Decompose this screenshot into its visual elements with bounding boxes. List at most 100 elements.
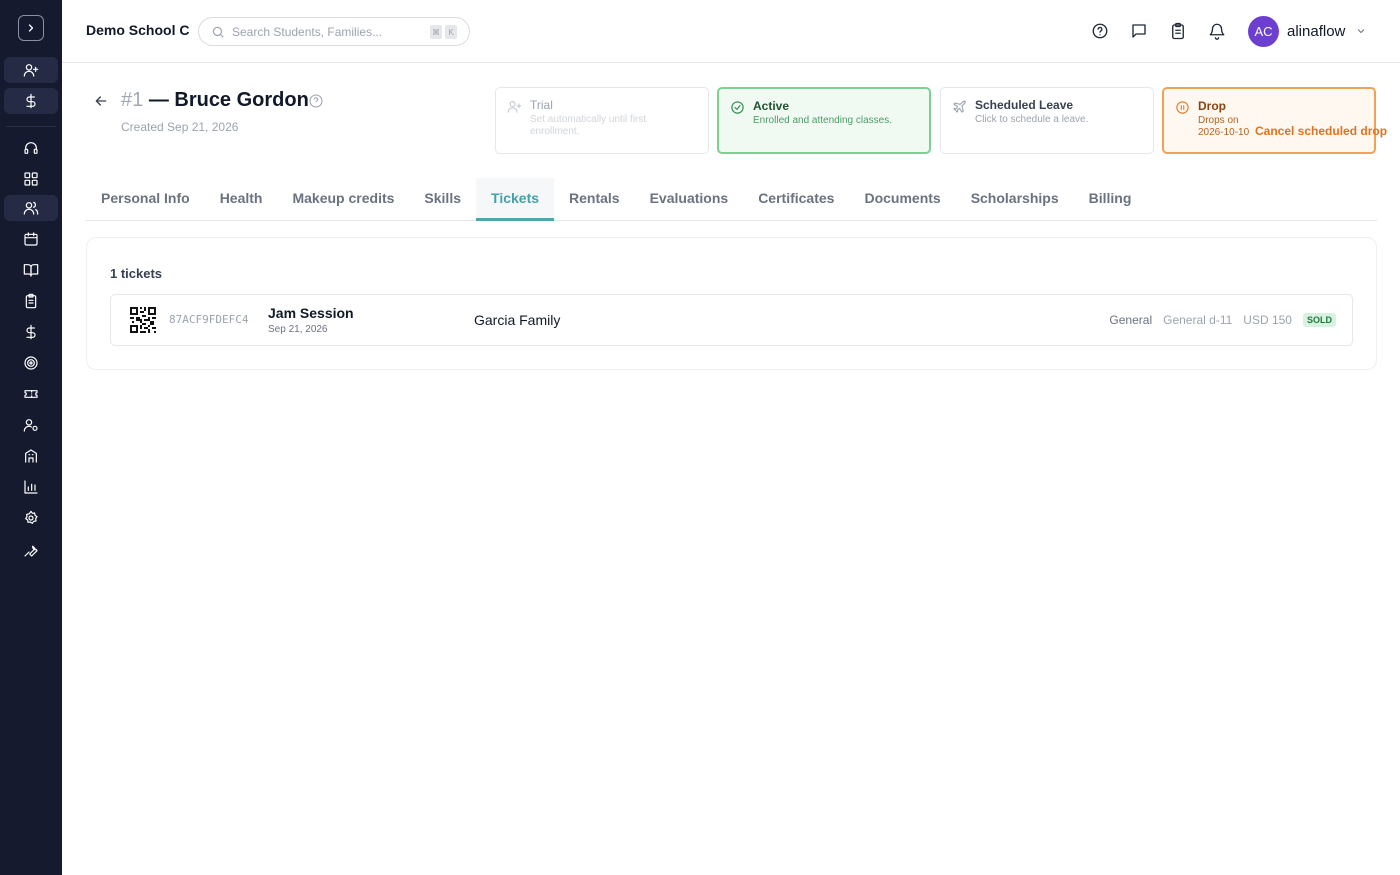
bar-chart-icon xyxy=(24,480,38,494)
tab-billing[interactable]: Billing xyxy=(1074,178,1147,221)
username[interactable]: alinaflow xyxy=(1287,23,1345,40)
sidebar-item-dashboard[interactable] xyxy=(4,166,58,192)
status-card-scheduled-leave[interactable]: Scheduled Leave Click to schedule a leav… xyxy=(940,87,1154,154)
pause-circle-icon xyxy=(1175,100,1190,120)
tab-certificates[interactable]: Certificates xyxy=(743,178,849,221)
help-button[interactable] xyxy=(1091,22,1109,40)
page-title: #1 — Bruce Gordon xyxy=(121,89,309,112)
student-help-button[interactable] xyxy=(308,93,324,114)
calendar-icon xyxy=(24,232,38,246)
ticket-type: General xyxy=(1109,313,1153,327)
sidebar-item-support[interactable] xyxy=(4,135,58,161)
qr-code-icon xyxy=(130,307,156,333)
back-button[interactable] xyxy=(93,93,111,111)
tab-makeup-credits[interactable]: Makeup credits xyxy=(277,178,409,221)
sidebar-item-goals[interactable] xyxy=(4,350,58,376)
status-card-active[interactable]: Active Enrolled and attending classes. xyxy=(717,87,931,154)
tickets-count: 1 tickets xyxy=(110,266,163,281)
tab-scholarships[interactable]: Scholarships xyxy=(956,178,1074,221)
tickets-panel: 1 tickets 87ACF9FDEFC4 Jam Session Sep 2… xyxy=(86,237,1377,370)
sidebar-item-attendance[interactable] xyxy=(4,288,58,314)
ticket-price: USD 150 xyxy=(1243,313,1292,327)
sidebar-expand-button[interactable] xyxy=(18,15,44,41)
ticket-code: 87ACF9FDEFC4 xyxy=(169,313,249,326)
messages-button[interactable] xyxy=(1130,22,1148,40)
headset-icon xyxy=(24,142,38,154)
status-description: Enrolled and attending classes. xyxy=(753,115,892,126)
created-date: Created Sep 21, 2026 xyxy=(121,120,239,134)
status-title: Active xyxy=(753,99,790,113)
top-bar: Demo School C ⌘ K AC alinaflow xyxy=(62,0,1400,63)
search-box[interactable]: ⌘ K xyxy=(198,17,470,46)
user-plus-icon xyxy=(507,99,522,119)
tab-skills[interactable]: Skills xyxy=(409,178,476,221)
user-menu-toggle[interactable] xyxy=(1355,24,1367,42)
users-icon xyxy=(23,201,39,215)
student-name: — Bruce Gordon xyxy=(148,89,309,111)
clipboard-icon xyxy=(25,293,37,309)
tab-evaluations[interactable]: Evaluations xyxy=(635,178,744,221)
status-description: Click to schedule a leave. xyxy=(975,114,1089,125)
chevron-down-icon xyxy=(1357,29,1365,34)
status-card-drop[interactable]: Drop Drops on 2026-10-10 Cancel schedule… xyxy=(1162,87,1387,154)
building-icon xyxy=(25,449,37,463)
sidebar-item-add-user[interactable] xyxy=(4,57,58,83)
sidebar xyxy=(0,0,62,875)
tab-tickets[interactable]: Tickets xyxy=(476,178,555,221)
tab-personal-info[interactable]: Personal Info xyxy=(86,178,205,221)
wrench-icon xyxy=(24,545,38,557)
school-name: Demo School C xyxy=(86,22,190,38)
check-circle-icon xyxy=(730,100,745,120)
sidebar-divider xyxy=(6,126,56,127)
ticket-icon xyxy=(24,390,38,398)
message-square-icon xyxy=(1132,24,1146,38)
sidebar-item-classes[interactable] xyxy=(4,257,58,283)
gear-icon xyxy=(25,510,38,524)
table-row[interactable]: 87ACF9FDEFC4 Jam Session Sep 21, 2026 Ga… xyxy=(110,294,1353,346)
sidebar-item-staff[interactable] xyxy=(4,412,58,438)
tab-bar: Personal Info Health Makeup credits Skil… xyxy=(86,178,1377,221)
sidebar-item-tickets[interactable] xyxy=(4,381,58,407)
status-description: Drops on 2026-10-10 xyxy=(1198,115,1250,138)
notifications-button[interactable] xyxy=(1208,22,1226,40)
bell-icon xyxy=(1209,23,1225,40)
tab-documents[interactable]: Documents xyxy=(849,178,955,221)
shortcut-key-cmd: ⌘ xyxy=(430,25,442,39)
tasks-button[interactable] xyxy=(1169,22,1187,40)
arrow-left-icon xyxy=(95,96,107,106)
status-title: Scheduled Leave xyxy=(975,98,1074,112)
status-title: Trial xyxy=(530,98,553,112)
status-badge: SOLD xyxy=(1302,313,1336,327)
sidebar-item-tools[interactable] xyxy=(4,537,58,563)
sidebar-item-billing[interactable] xyxy=(4,319,58,345)
student-number: #1 xyxy=(121,89,144,111)
sidebar-item-reports[interactable] xyxy=(4,474,58,500)
event-name: Jam Session xyxy=(268,305,354,321)
sidebar-item-settings[interactable] xyxy=(4,505,58,531)
clipboard-icon xyxy=(1172,22,1184,40)
help-circle-icon xyxy=(1092,23,1108,39)
sidebar-item-calendar[interactable] xyxy=(4,226,58,252)
ticket-seat: General d-11 xyxy=(1163,313,1233,327)
tab-rentals[interactable]: Rentals xyxy=(554,178,635,221)
status-card-trial[interactable]: Trial Set automatically until first enro… xyxy=(495,87,709,154)
status-description: Set automatically until first enrollment… xyxy=(530,114,647,137)
tab-health[interactable]: Health xyxy=(205,178,278,221)
family-name: Garcia Family xyxy=(474,312,561,328)
sidebar-item-locations[interactable] xyxy=(4,443,58,469)
event-date: Sep 21, 2026 xyxy=(268,324,328,335)
ticket-meta: General General d-11 USD 150 SOLD xyxy=(1109,313,1336,327)
sidebar-item-students[interactable] xyxy=(4,195,58,221)
user-cog-icon xyxy=(23,419,38,432)
search-input[interactable] xyxy=(232,24,422,39)
status-title: Drop xyxy=(1198,99,1226,113)
cancel-scheduled-drop-button[interactable]: Cancel scheduled drop xyxy=(1255,124,1387,138)
dollar-icon xyxy=(26,93,36,109)
search-icon xyxy=(212,26,224,38)
grid-icon xyxy=(24,172,38,186)
avatar[interactable]: AC xyxy=(1248,16,1279,47)
sidebar-item-payments[interactable] xyxy=(4,88,58,114)
dollar-icon xyxy=(26,324,36,340)
user-plus-icon xyxy=(23,64,39,77)
book-open-icon xyxy=(23,264,39,277)
